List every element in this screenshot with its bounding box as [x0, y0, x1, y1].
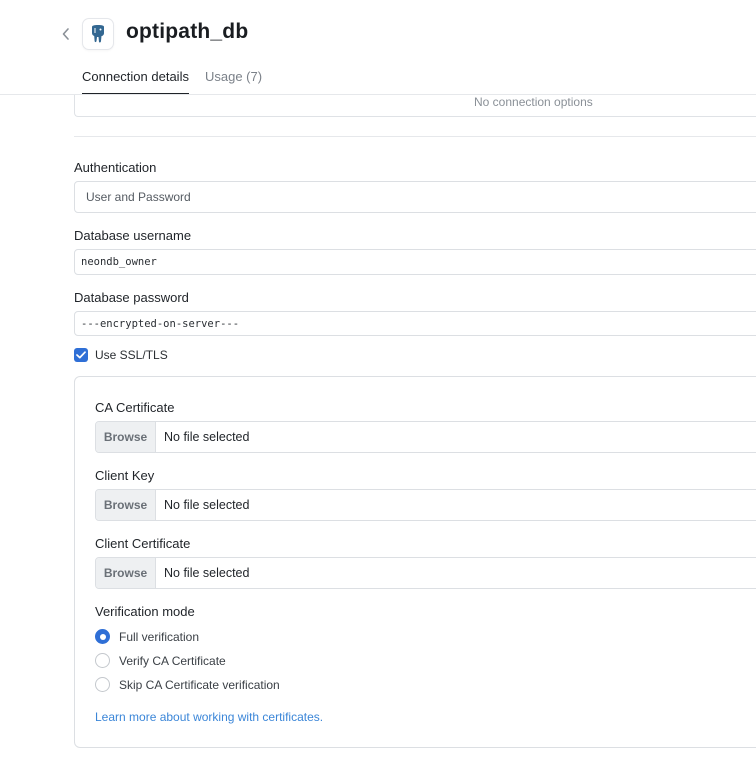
radio-label: Skip CA Certificate verification: [119, 677, 280, 692]
ca-certificate-status: No file selected: [164, 430, 250, 444]
username-input[interactable]: neondb_owner: [74, 249, 756, 275]
radio-verify-ca-certificate[interactable]: Verify CA Certificate: [95, 653, 226, 668]
ssl-checkbox-label: Use SSL/TLS: [95, 348, 168, 362]
authentication-label: Authentication: [74, 160, 157, 175]
section-divider: [74, 136, 756, 137]
verification-mode-label: Verification mode: [95, 604, 195, 619]
password-value: ---encrypted-on-server---: [81, 317, 240, 330]
check-icon: [76, 351, 86, 359]
page-title: optipath_db: [126, 20, 249, 43]
client-key-label: Client Key: [95, 468, 155, 483]
client-certificate-file-input[interactable]: Browse No file selected: [95, 557, 756, 589]
radio-skip-ca-verification[interactable]: Skip CA Certificate verification: [95, 677, 280, 692]
username-label: Database username: [74, 228, 192, 243]
client-key-file-input[interactable]: Browse No file selected: [95, 489, 756, 521]
ssl-checkbox-row[interactable]: Use SSL/TLS: [74, 348, 168, 362]
ca-certificate-browse-button[interactable]: Browse: [96, 422, 156, 452]
authentication-select[interactable]: User and Password: [74, 181, 756, 213]
learn-more-certificates-link[interactable]: Learn more about working with certificat…: [95, 710, 323, 724]
database-logo: [82, 18, 114, 50]
radio-label: Full verification: [119, 629, 200, 644]
tab-usage[interactable]: Usage (7): [205, 69, 262, 95]
client-certificate-browse-button[interactable]: Browse: [96, 558, 156, 588]
connection-options-empty: No connection options: [474, 95, 593, 109]
back-button[interactable]: [57, 23, 75, 45]
radio-label: Verify CA Certificate: [119, 653, 226, 668]
client-key-status: No file selected: [164, 498, 250, 512]
tab-bar: Connection details Usage (7): [82, 69, 262, 95]
radio-button[interactable]: [95, 629, 110, 644]
postgresql-elephant-icon: [92, 25, 104, 43]
client-certificate-label: Client Certificate: [95, 536, 191, 551]
radio-full-verification[interactable]: Full verification: [95, 629, 199, 644]
connection-options-box: [74, 95, 756, 117]
client-certificate-status: No file selected: [164, 566, 250, 580]
username-value: neondb_owner: [81, 256, 157, 268]
radio-button[interactable]: [95, 677, 110, 692]
client-key-browse-button[interactable]: Browse: [96, 490, 156, 520]
authentication-value: User and Password: [86, 190, 191, 204]
password-label: Database password: [74, 290, 189, 305]
page: optipath_db Connection details Usage (7)…: [0, 0, 756, 758]
ca-certificate-file-input[interactable]: Browse No file selected: [95, 421, 756, 453]
password-input[interactable]: ---encrypted-on-server---: [74, 311, 756, 336]
ca-certificate-label: CA Certificate: [95, 400, 175, 415]
chevron-left-icon: [62, 28, 69, 40]
tab-connection-details[interactable]: Connection details: [82, 69, 189, 95]
radio-button[interactable]: [95, 653, 110, 668]
ssl-checkbox[interactable]: [74, 348, 88, 362]
